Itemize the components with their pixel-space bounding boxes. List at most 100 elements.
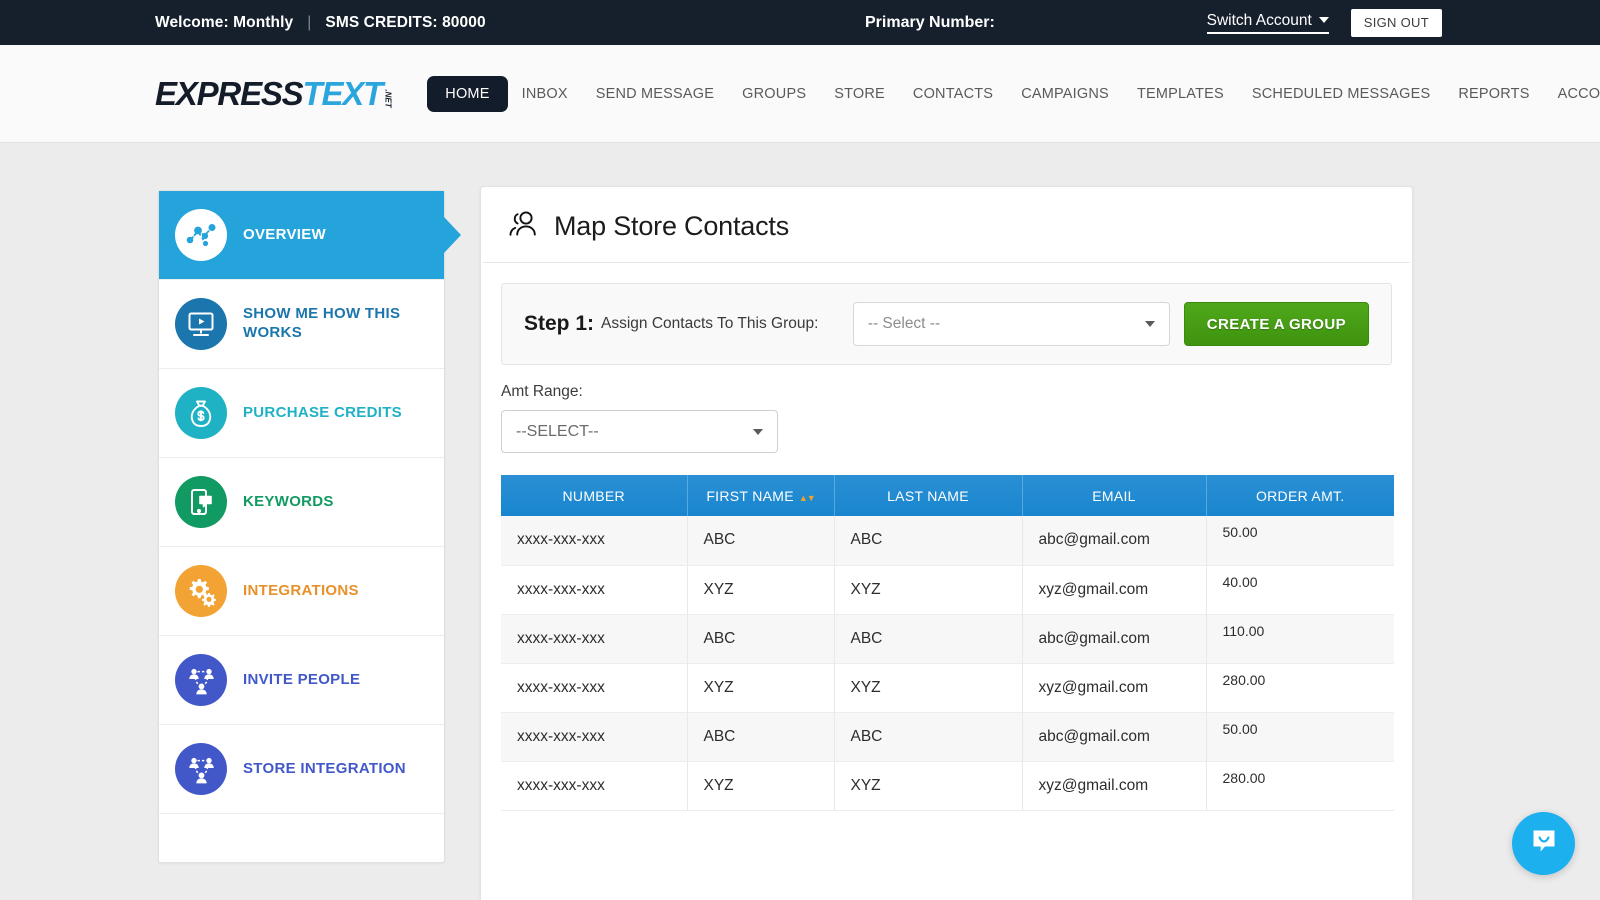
sidebar-item-invite-people[interactable]: INVITE PEOPLE	[159, 636, 444, 725]
page-title-bar: Map Store Contacts	[483, 187, 1410, 263]
assign-group-select[interactable]: -- Select --	[852, 302, 1170, 346]
nav-item-send-message[interactable]: SEND MESSAGE	[582, 78, 728, 110]
cell-last-name: ABC	[834, 614, 1023, 664]
cell-email: xyz@gmail.com	[1022, 761, 1207, 811]
cell-first-name: XYZ	[687, 663, 835, 713]
cell-email: abc@gmail.com	[1022, 614, 1207, 664]
step-label: Step 1:	[524, 312, 595, 335]
cell-last-name: XYZ	[834, 565, 1023, 615]
table-row[interactable]: xxxx-xxx-xxx ABC ABC abc@gmail.com 50.00	[501, 516, 1394, 566]
nav-item-reports[interactable]: REPORTS	[1444, 78, 1543, 110]
sidebar-item-empty	[159, 814, 444, 862]
table-row[interactable]: xxxx-xxx-xxx XYZ XYZ xyz@gmail.com 280.00	[501, 663, 1394, 713]
cell-number: xxxx-xxx-xxx	[501, 663, 688, 713]
sidebar-item-keywords[interactable]: KEYWORDS	[159, 458, 444, 547]
people-network-icon	[175, 743, 227, 795]
column-label: ORDER AMT.	[1255, 487, 1345, 504]
users-group-icon	[507, 209, 541, 244]
chevron-down-icon	[1144, 321, 1155, 327]
sidebar-item-label: SHOW ME HOW THIS WORKS	[243, 305, 401, 341]
page-body: OVERVIEW SHOW ME HOW THIS WORKS PURCHASE…	[0, 143, 1600, 900]
create-a-group-button[interactable]: CREATE A GROUP	[1183, 302, 1369, 346]
logo[interactable]: EXPRESS TEXT .NET	[155, 77, 397, 110]
mobile-chat-icon	[175, 476, 227, 528]
table-column-header-order-amt[interactable]: ORDER AMT.	[1206, 475, 1394, 516]
sidebar-item-label: PURCHASE CREDITS	[243, 403, 402, 421]
main-navigation-bar: EXPRESS TEXT .NET HOME INBOX SEND MESSAGE GRO…	[0, 45, 1600, 143]
nav-item-scheduled-messages[interactable]: SCHEDULED MESSAGES	[1238, 78, 1444, 110]
cell-first-name: ABC	[687, 712, 835, 762]
table-column-header-first-name[interactable]: FIRST NAME ▲▼	[687, 475, 835, 516]
cell-order-amt: 40.00	[1206, 565, 1394, 615]
nav-items: HOME INBOX SEND MESSAGE GROUPS STORE CONTACTS…	[427, 75, 1600, 112]
nav-item-inbox[interactable]: INBOX	[508, 78, 582, 110]
amt-range-label: Amt Range:	[501, 383, 583, 400]
sidebar-item-label: STORE INTEGRATION	[243, 759, 406, 777]
table-row[interactable]: xxxx-xxx-xxx ABC ABC abc@gmail.com 110.00	[501, 614, 1394, 664]
cell-email: abc@gmail.com	[1022, 712, 1207, 762]
step-1-panel: Step 1: Assign Contacts To This Group: -…	[501, 283, 1392, 365]
nav-item-account[interactable]: ACCOUNT	[1544, 78, 1600, 110]
nav-item-templates[interactable]: TEMPLATES	[1123, 78, 1238, 110]
cell-first-name: XYZ	[687, 565, 835, 615]
topbar-actions: Switch Account SIGN OUT	[1206, 8, 1442, 37]
sidebar-item-store-integration[interactable]: STORE INTEGRATION	[159, 725, 444, 814]
sign-out-button[interactable]: SIGN OUT	[1350, 8, 1442, 37]
amt-range-select[interactable]: --SELECT--	[501, 410, 778, 453]
column-label: LAST NAME	[887, 487, 969, 504]
table-row[interactable]: xxxx-xxx-xxx ABC ABC abc@gmail.com 50.00	[501, 712, 1394, 762]
amt-range-select-value: --SELECT--	[516, 422, 599, 440]
logo-text-text: TEXT	[302, 75, 384, 112]
gears-icon	[175, 565, 227, 617]
table-row[interactable]: xxxx-xxx-xxx XYZ XYZ xyz@gmail.com 40.00	[501, 565, 1394, 615]
table-column-header-email[interactable]: EMAIL	[1022, 475, 1207, 516]
nav-item-campaigns[interactable]: CAMPAIGNS	[1007, 78, 1123, 110]
sidebar-item-show-me-how-this-works[interactable]: SHOW ME HOW THIS WORKS	[159, 280, 444, 369]
switch-account-dropdown[interactable]: Switch Account	[1206, 11, 1329, 34]
column-label: EMAIL	[1092, 487, 1136, 504]
chat-smile-icon	[1529, 826, 1559, 861]
sidebar-item-overview[interactable]: OVERVIEW	[159, 191, 444, 280]
network-nodes-icon	[175, 209, 227, 261]
sidebar-item-purchase-credits[interactable]: PURCHASE CREDITS	[159, 369, 444, 458]
cell-order-amt: 50.00	[1206, 712, 1394, 762]
table-header-row: NUMBER FIRST NAME ▲▼ LAST NAME EMAIL ORDER AM…	[501, 475, 1394, 516]
cell-order-amt: 110.00	[1206, 614, 1394, 664]
cell-order-amt: 280.00	[1206, 663, 1394, 713]
people-network-icon	[175, 654, 227, 706]
logo-tm: .NET	[383, 89, 393, 108]
nav-item-home[interactable]: HOME	[427, 75, 508, 112]
nav-item-contacts[interactable]: CONTACTS	[899, 78, 1007, 110]
welcome-text: Welcome: Monthly	[155, 13, 294, 31]
chat-widget-button[interactable]	[1512, 812, 1575, 875]
table-column-header-number[interactable]: NUMBER	[501, 475, 688, 516]
cell-last-name: XYZ	[834, 761, 1023, 811]
nav-item-store[interactable]: STORE	[820, 78, 899, 110]
table-body: xxxx-xxx-xxx ABC ABC abc@gmail.com 50.00 xxxx…	[501, 516, 1394, 811]
table-column-header-last-name[interactable]: LAST NAME	[834, 475, 1023, 516]
sms-credits-text: SMS CREDITS: 80000	[325, 13, 486, 31]
contacts-table-wrapper: NUMBER FIRST NAME ▲▼ LAST NAME EMAIL ORDER AM…	[481, 453, 1412, 811]
table-row[interactable]: xxxx-xxx-xxx XYZ XYZ xyz@gmail.com 280.00	[501, 761, 1394, 811]
page-title: Map Store Contacts	[554, 211, 790, 241]
sidebar-item-label: OVERVIEW	[243, 225, 326, 243]
monitor-play-icon	[175, 298, 227, 350]
switch-account-label: Switch Account	[1206, 11, 1312, 29]
sidebar-item-label: KEYWORDS	[243, 492, 334, 510]
sidebar-item-integrations[interactable]: INTEGRATIONS	[159, 547, 444, 636]
assign-group-select-value: -- Select --	[867, 315, 941, 332]
step-description: Assign Contacts To This Group:	[601, 315, 819, 332]
cell-last-name: ABC	[834, 712, 1023, 762]
sidebar: OVERVIEW SHOW ME HOW THIS WORKS PURCHASE…	[158, 190, 445, 863]
main-content-card: Map Store Contacts Step 1: Assign Contac…	[480, 186, 1413, 900]
sort-indicator-icon: ▲▼	[798, 492, 816, 503]
chevron-down-icon	[753, 428, 763, 435]
sidebar-item-label: INTEGRATIONS	[243, 581, 359, 599]
cell-number: xxxx-xxx-xxx	[501, 565, 688, 615]
nav-item-groups[interactable]: GROUPS	[728, 78, 820, 110]
primary-number-label: Primary Number:	[865, 13, 995, 31]
cell-email: xyz@gmail.com	[1022, 565, 1207, 615]
cell-number: xxxx-xxx-xxx	[501, 761, 688, 811]
amt-range-block: Amt Range: --SELECT--	[481, 365, 1412, 453]
column-label: NUMBER	[562, 487, 625, 504]
